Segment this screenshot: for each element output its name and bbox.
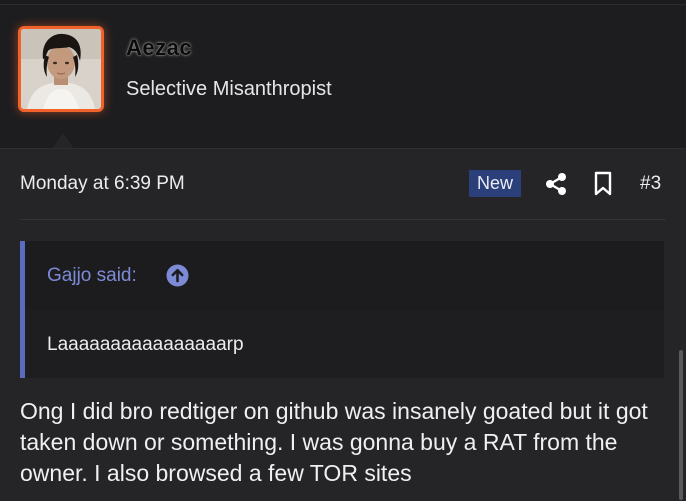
- post-header-divider: [20, 219, 666, 220]
- bookmark-icon[interactable]: [593, 171, 613, 197]
- user-title: Selective Misanthropist: [126, 78, 332, 100]
- username[interactable]: Aezac: [126, 35, 192, 61]
- quote-header: Gajjo said:: [25, 241, 664, 310]
- post: Monday at 6:39 PM New #3 Gajjo said: Laa…: [0, 148, 686, 501]
- avatar[interactable]: [18, 26, 104, 112]
- share-icon[interactable]: [545, 172, 567, 196]
- quote-text: Laaaaaaaaaaaaaaaarp: [47, 334, 244, 355]
- user-card: Aezac Selective Misanthropist: [0, 5, 686, 153]
- post-number-link[interactable]: #3: [640, 173, 661, 195]
- scrollbar[interactable]: [679, 350, 683, 500]
- arrow-up-circle-icon[interactable]: [166, 264, 189, 287]
- post-body: Ong I did bro redtiger on github was ins…: [20, 398, 648, 486]
- quote-block: Gajjo said: Laaaaaaaaaaaaaaaarp: [20, 241, 664, 378]
- new-badge: New: [469, 170, 521, 197]
- post-date[interactable]: Monday at 6:39 PM: [20, 173, 185, 195]
- quote-author[interactable]: Gajjo said:: [47, 265, 137, 287]
